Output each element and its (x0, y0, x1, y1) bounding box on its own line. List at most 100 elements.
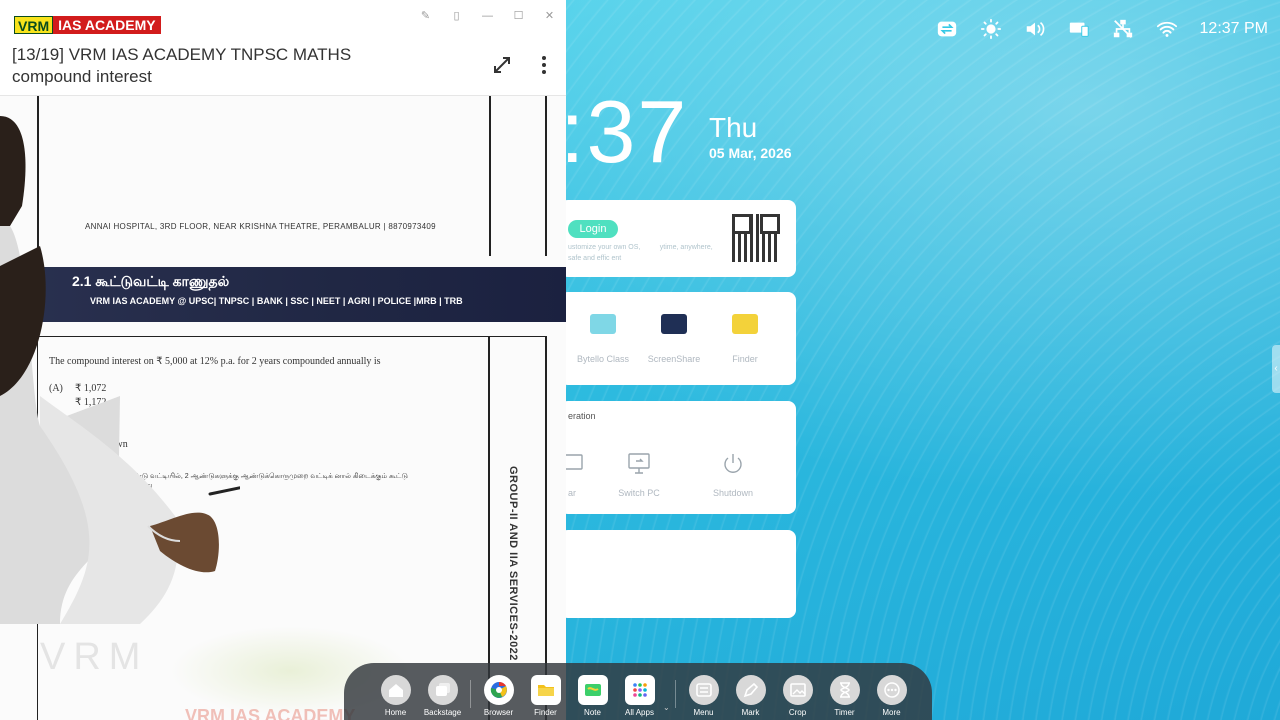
split-view-icon[interactable]: ▯ (450, 10, 463, 23)
switch-arrows-icon[interactable] (936, 18, 958, 40)
login-subtitle: ustomize your own OS, ytime, anywhere, s… (568, 244, 713, 262)
login-button[interactable]: Login (568, 220, 618, 238)
option-c: 1,272 (75, 411, 98, 422)
dock-timer[interactable]: Timer (821, 675, 868, 717)
shutdown-button[interactable]: Shutdown (693, 451, 773, 498)
vertical-exam-title: GROUP-II AND IIA SERVICES-2022 (507, 466, 519, 661)
dock-label: Crop (788, 708, 807, 717)
bottom-dock: Home Backstage Browser Finder Note All A… (344, 663, 932, 720)
volume-icon[interactable] (1024, 18, 1046, 40)
more-options-icon[interactable] (536, 54, 552, 76)
video-window: ANNAI HOSPITAL, 3RD FLOOR, NEAR KRISHNA … (0, 0, 566, 720)
app-label: ScreenShare (647, 354, 701, 364)
book-icon (590, 314, 616, 334)
login-card: Login ustomize your own OS, ytime, anywh… (560, 200, 796, 277)
extra-card: s (560, 530, 796, 618)
app-bytello-class[interactable]: Bytello Class (568, 314, 638, 364)
option-b: ₹ 1,172 (75, 397, 107, 408)
switch-pc-button[interactable]: Switch PC (599, 451, 679, 498)
banner-title: 2.1 கூட்டுவட்டி காணுதல் (72, 273, 230, 289)
fullscreen-icon[interactable] (491, 54, 513, 76)
grid-icon (624, 675, 655, 705)
video-title-line2: compound interest (12, 67, 152, 86)
option-e: er not known (75, 439, 128, 450)
dock-label: Finder (534, 708, 557, 717)
crop-icon (782, 675, 813, 705)
more-icon (876, 675, 907, 705)
pen-icon (735, 675, 766, 705)
logo-vrm-text: VRM (14, 16, 54, 34)
power-icon (724, 454, 742, 473)
watermark-academy-name: VRM IAS ACADEMY (185, 706, 356, 720)
network-icon[interactable] (1112, 18, 1134, 40)
video-title-line1: [13/19] VRM IAS ACADEMY TNPSC MATHS (12, 45, 352, 64)
wifi-icon[interactable] (1156, 18, 1178, 40)
hourglass-icon (829, 675, 860, 705)
minimize-icon[interactable]: — (481, 10, 494, 23)
app-screenshare[interactable]: ScreenShare (639, 314, 709, 364)
screenshare-icon (661, 314, 687, 334)
dock-label: More (882, 708, 901, 717)
video-title: [13/19] VRM IAS ACADEMY TNPSC MATHS comp… (12, 44, 351, 88)
banner-subtitle: VRM IAS ACADEMY @ UPSC| TNPSC | BANK | S… (90, 296, 463, 306)
page-frame-top (37, 96, 547, 256)
dock-all-apps[interactable]: All Apps (616, 675, 663, 717)
monitor-icon (628, 453, 650, 474)
app-label: Bytello Class (576, 354, 630, 364)
home-icon (380, 675, 411, 705)
app-label: Finder (732, 354, 758, 364)
close-icon[interactable]: ✕ (543, 10, 556, 23)
dock-separator (470, 680, 471, 708)
question-text: The compound interest on ₹ 5,000 at 12% … (49, 356, 381, 367)
note-icon (577, 675, 608, 705)
option-d: 372 (75, 425, 90, 436)
dock-label: Menu (693, 708, 714, 717)
dock-browser[interactable]: Browser (475, 675, 522, 717)
screen-cast-icon[interactable] (1068, 18, 1090, 40)
lesson-banner: 2.1 கூட்டுவட்டி காணுதல் VRM IAS ACADEMY … (0, 267, 566, 322)
dock-finder[interactable]: Finder (522, 675, 569, 717)
document-view: ANNAI HOSPITAL, 3RD FLOOR, NEAR KRISHNA … (0, 96, 566, 720)
desktop-clock-day: Thu (709, 112, 758, 143)
dock-label: Note (584, 708, 601, 717)
operation-title: eration (568, 411, 596, 421)
maximize-icon[interactable]: ☐ (512, 10, 525, 23)
desktop-clock-date: 05 Mar, 2026 (709, 145, 792, 161)
dock-label: Backstage (423, 708, 462, 717)
op-label: Switch PC (618, 488, 660, 498)
qr-code-icon (732, 214, 780, 262)
dock-label: Browser (483, 708, 514, 717)
tamil-question-text: 2% ஆண்டு வட்டியில், 2 ஆண்டுகளுக்கு ஆண்டு… (112, 473, 408, 489)
status-bar: 12:37 PM (936, 18, 1268, 40)
app-finder[interactable]: Finder (710, 314, 780, 364)
side-panel-handle[interactable]: ‹ (1272, 345, 1280, 393)
dock-crop[interactable]: Crop (774, 675, 821, 717)
dock-separator (675, 680, 676, 708)
dock-mark[interactable]: Mark (727, 675, 774, 717)
dock-more[interactable]: More (868, 675, 915, 717)
dock-label: Mark (741, 708, 760, 717)
dock-backstage[interactable]: Backstage (419, 675, 466, 717)
dock-home[interactable]: Home (372, 675, 419, 717)
logo-ias-text: IAS ACADEMY (53, 16, 161, 34)
dock-expand-caret[interactable]: ⌄ (663, 703, 671, 712)
watermark-text: VRM (40, 636, 149, 678)
op-label: Shutdown (712, 488, 754, 498)
menu-icon (688, 675, 719, 705)
dock-menu[interactable]: Menu (680, 675, 727, 717)
operation-card: eration ar Switch PC Shutdown (560, 401, 796, 514)
window-header: VRM IAS ACADEMY ✎ ▯ — ☐ ✕ [13/19] VRM IA… (0, 0, 566, 96)
desktop-clock-time: :37 (560, 82, 689, 181)
option-a: (A) ₹ 1,072 (49, 383, 107, 394)
brightness-icon[interactable] (980, 18, 1002, 40)
dock-label: Timer (834, 708, 855, 717)
browser-icon (483, 675, 514, 705)
pin-icon[interactable]: ✎ (419, 10, 432, 23)
apps-card: Bytello Class ScreenShare Finder (560, 292, 796, 385)
dock-label: Home (384, 708, 407, 717)
status-clock: 12:37 PM (1199, 20, 1268, 37)
academy-logo: VRM IAS ACADEMY (14, 16, 161, 34)
dock-note[interactable]: Note (569, 675, 616, 717)
folder-icon (732, 314, 758, 334)
backstage-icon (427, 675, 458, 705)
